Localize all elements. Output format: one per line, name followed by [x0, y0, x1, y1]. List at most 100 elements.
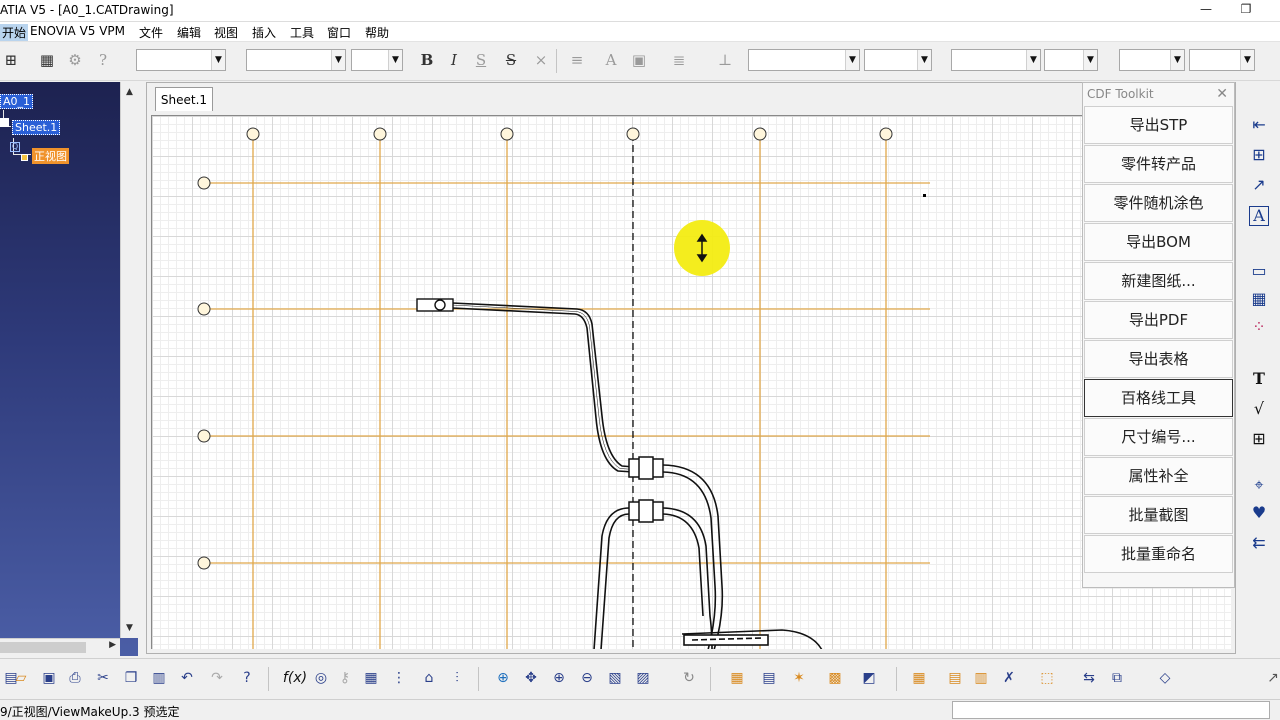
precision-combo[interactable]: ▼ [1189, 49, 1255, 71]
filter-icon[interactable]: ⊞ [0, 49, 22, 71]
underline-button[interactable]: S [470, 49, 492, 71]
sheet-grid-icon[interactable]: ▦ [726, 667, 748, 689]
scroll-up-icon[interactable]: ▲ [121, 84, 138, 100]
snap-icon[interactable]: ▤ [944, 667, 966, 689]
rule-icon[interactable]: ⚷ [334, 667, 356, 689]
grid-table-icon[interactable]: ⊞ [1246, 426, 1272, 452]
attribute-complete-button[interactable]: 属性补全 [1084, 457, 1233, 495]
bold-button[interactable]: B [416, 49, 438, 71]
dimension-swap-icon[interactable]: ⇆ [1078, 667, 1100, 689]
point-icon[interactable]: ⁘ [1246, 314, 1272, 340]
tolerance-combo[interactable]: ▼ [1119, 49, 1185, 71]
export-table-button[interactable]: 导出表格 [1084, 340, 1233, 378]
axis-icon[interactable]: ⌖ [1246, 472, 1272, 498]
justify-icon[interactable]: ≣ [668, 49, 690, 71]
line-type-combo[interactable]: ▼ [748, 49, 860, 71]
roughness-icon[interactable]: √ [1246, 396, 1272, 422]
expand-icon[interactable]: ↗ [1262, 667, 1280, 689]
font-size-combo[interactable]: ▼ [351, 49, 403, 71]
scroll-down-icon[interactable]: ▼ [121, 620, 138, 636]
open-icon[interactable]: ▱ [10, 667, 32, 689]
zoom-out-icon[interactable]: ⊖ [576, 667, 598, 689]
minimize-button[interactable]: — [1196, 2, 1216, 18]
anchor-point-icon[interactable]: ⊥ [714, 49, 736, 71]
menu-insert[interactable]: 插入 [252, 24, 276, 41]
layout-icon[interactable]: ▩ [824, 667, 846, 689]
dimension-icon[interactable]: ⇤ [1246, 112, 1272, 138]
detail-icon[interactable]: ◩ [858, 667, 880, 689]
grid-line-tool-button[interactable]: 百格线工具 [1084, 379, 1233, 417]
menu-view[interactable]: 视图 [214, 24, 238, 41]
copy-icon[interactable]: ❐ [120, 667, 142, 689]
text-icon[interactable]: T [1246, 366, 1272, 392]
italic-button[interactable]: I [443, 49, 465, 71]
tree-root-drawing[interactable]: A0_1 [0, 94, 34, 109]
align-icon[interactable]: ≡ [566, 49, 588, 71]
refresh-icon[interactable]: ↻ [678, 667, 700, 689]
arrow-left-icon[interactable]: ⇇ [1246, 530, 1272, 556]
view-mode-icon[interactable]: ▨ [632, 667, 654, 689]
update-icon[interactable]: ⧉ [1106, 667, 1128, 689]
tree-horizontal-scrollbar[interactable]: ▶ [0, 638, 120, 656]
rectangle-icon[interactable]: ▭ [1246, 258, 1272, 284]
fit-all-icon[interactable]: ⊕ [492, 667, 514, 689]
export-bom-button[interactable]: 导出BOM [1084, 223, 1233, 261]
font-combo[interactable]: ▼ [246, 49, 346, 71]
grid-icon[interactable]: ▦ [908, 667, 930, 689]
structure-icon[interactable]: ⋮ [388, 667, 410, 689]
export-stp-button[interactable]: 导出STP [1084, 106, 1233, 144]
link-icon[interactable]: ⚙ [64, 49, 86, 71]
color-combo[interactable]: ▼ [1044, 49, 1098, 71]
analysis-display-icon[interactable]: ⬚ [1036, 667, 1058, 689]
drawing-canvas[interactable] [151, 115, 1231, 649]
cut-icon[interactable]: ✂ [92, 667, 114, 689]
line-weight-combo[interactable]: ▼ [864, 49, 932, 71]
menu-enovia[interactable]: ENOVIA V5 VPM [30, 24, 125, 38]
part-to-product-button[interactable]: 零件转产品 [1084, 145, 1233, 183]
knowledge-icon[interactable]: ◎ [310, 667, 332, 689]
frame-icon[interactable]: ▣ [628, 49, 650, 71]
view-frame-icon[interactable]: ▤ [758, 667, 780, 689]
help-icon[interactable]: ? [92, 49, 114, 71]
save-icon[interactable]: ▣ [38, 667, 60, 689]
sheet-tab[interactable]: Sheet.1 [155, 87, 213, 111]
batch-screenshot-button[interactable]: 批量截图 [1084, 496, 1233, 534]
menu-file[interactable]: 文件 [139, 24, 163, 41]
constraint-icon[interactable]: ✗ [998, 667, 1020, 689]
table-icon[interactable]: ▦ [1246, 286, 1272, 312]
print-icon[interactable]: ▦ [36, 49, 58, 71]
pattern-combo[interactable]: ▼ [951, 49, 1041, 71]
strikethrough-button[interactable]: S [500, 49, 522, 71]
cumulated-dim-icon[interactable]: ↗ [1246, 172, 1272, 198]
menu-tools[interactable]: 工具 [290, 24, 314, 41]
dimension-numbering-button[interactable]: 尺寸编号... [1084, 418, 1233, 456]
menu-edit[interactable]: 编辑 [177, 24, 201, 41]
redo-icon[interactable]: ↷ [206, 667, 228, 689]
batch-rename-button[interactable]: 批量重命名 [1084, 535, 1233, 573]
style-combo[interactable]: ▼ [136, 49, 226, 71]
undo-icon[interactable]: ↶ [176, 667, 198, 689]
hatch-icon[interactable]: ♥ [1246, 500, 1272, 526]
paste-icon[interactable]: ▥ [148, 667, 170, 689]
formula-icon[interactable]: f(x) [280, 667, 310, 689]
tree-view-node[interactable]: 正视图 [32, 148, 69, 164]
analysis-icon[interactable]: ⫶ [446, 667, 468, 689]
new-drawing-button[interactable]: 新建图纸... [1084, 262, 1233, 300]
tree-sheet-node[interactable]: Sheet.1 [12, 120, 61, 135]
zoom-in-icon[interactable]: ⊕ [548, 667, 570, 689]
lock-icon[interactable]: ⌂ [418, 667, 440, 689]
export-pdf-button[interactable]: 导出PDF [1084, 301, 1233, 339]
normal-view-icon[interactable]: ▧ [604, 667, 626, 689]
table-grid-icon[interactable]: ▦ [360, 667, 382, 689]
scroll-right-icon[interactable]: ▶ [109, 640, 116, 650]
command-input[interactable] [952, 701, 1270, 719]
superscript-icon[interactable]: × [530, 49, 552, 71]
dimension-chain-icon[interactable]: ⊞ [1246, 142, 1272, 168]
tree-vertical-scrollbar[interactable]: ▲ ▼ [120, 82, 138, 638]
text-frame-icon[interactable]: A [1249, 206, 1269, 226]
close-icon[interactable]: ✕ [1216, 83, 1228, 105]
restore-button[interactable]: ❐ [1236, 2, 1256, 18]
layer-icon[interactable]: ◇ [1154, 667, 1176, 689]
random-color-button[interactable]: 零件随机涂色 [1084, 184, 1233, 222]
print-icon[interactable]: ⎙ [64, 667, 86, 689]
